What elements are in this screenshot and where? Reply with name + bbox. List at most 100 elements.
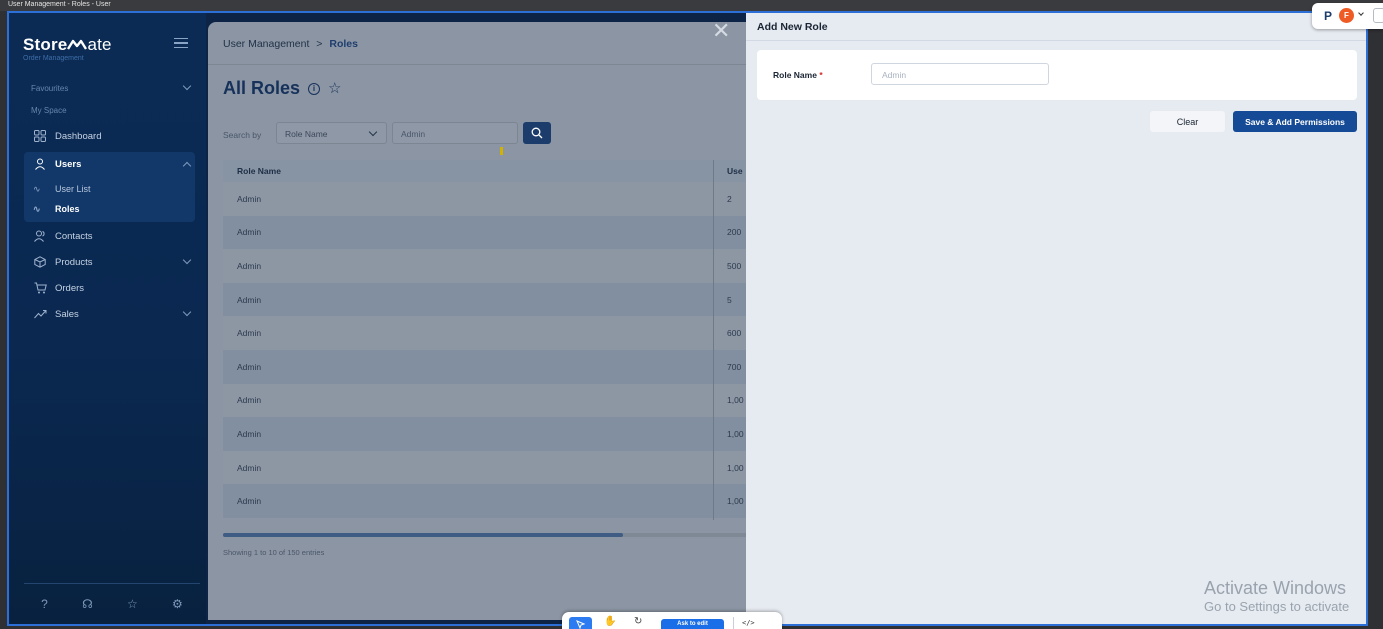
pulse-icon: ∿ [33, 203, 41, 214]
products-chevron-icon [182, 255, 192, 265]
info-icon[interactable]: i [308, 83, 320, 95]
help-icon[interactable]: ? [41, 597, 48, 611]
logo-text-light: ate [87, 35, 112, 54]
sidebar-item-label: Dashboard [55, 130, 102, 142]
watermark-line2: Go to Settings to activate [1204, 599, 1350, 614]
column-header-role-name[interactable]: Role Name [223, 166, 713, 176]
extension-chevron-icon[interactable] [1358, 10, 1364, 16]
extension-p-logo: P [1324, 9, 1333, 23]
cell-users: 2 [727, 193, 732, 204]
cell-role-name: Admin [237, 294, 262, 305]
profile-avatar[interactable]: F [1339, 8, 1354, 23]
table-row[interactable]: Admin 1,00 [223, 484, 748, 518]
scrollbar-thumb[interactable] [223, 533, 623, 537]
favourites-chevron-icon[interactable] [182, 81, 192, 91]
sidebar-item-users[interactable]: Users [24, 152, 195, 176]
star-icon[interactable]: ☆ [127, 597, 138, 611]
search-icon [531, 127, 543, 139]
table-row[interactable]: Admin 5 [223, 282, 748, 317]
drawer-header: Add New Role [746, 13, 1366, 41]
breadcrumb-roles: Roles [329, 38, 358, 50]
logo-text-bold: Store [23, 35, 68, 54]
sidebar-footer: ? ☊ ☆ ⚙ [24, 583, 200, 623]
sidebar-item-sales[interactable]: Sales [24, 304, 195, 324]
cell-users: 5 [727, 294, 732, 305]
search-button[interactable] [523, 122, 551, 144]
search-field-select[interactable]: Role Name [276, 122, 387, 144]
settings-icon[interactable]: ⚙ [172, 597, 183, 611]
trend-icon [33, 307, 47, 321]
table-row[interactable]: Admin 1,00 [223, 450, 748, 485]
role-name-input[interactable]: Admin [871, 63, 1049, 85]
sidebar: Store ate Order Management Favourites My … [9, 13, 206, 624]
save-add-permissions-button[interactable]: Save & Add Permissions [1233, 111, 1357, 132]
sales-chevron-icon [182, 307, 192, 317]
text-cursor-marker [500, 147, 503, 155]
sidebar-item-dashboard[interactable]: Dashboard [24, 126, 195, 146]
table-header: Role Name Use [223, 160, 748, 182]
column-divider [713, 160, 714, 520]
table-row[interactable]: Admin 1,00 [223, 417, 748, 451]
activate-windows-watermark: Activate Windows Go to Settings to activ… [1204, 578, 1383, 623]
cell-role-name: Admin [237, 462, 262, 473]
floating-toolbar: ✋ ↻ Ask to edit </> [562, 612, 782, 629]
window-title: User Management - Roles - User [8, 1, 111, 8]
hand-tool-icon[interactable]: ✋ [604, 616, 616, 627]
box-icon [33, 255, 47, 269]
cell-users: 1,00 [727, 496, 744, 507]
role-name-label: Role Name * [773, 70, 823, 80]
extension-square-icon[interactable] [1373, 8, 1383, 23]
cell-users: 1,00 [727, 462, 744, 473]
cell-role-name: Admin [237, 395, 262, 406]
search-field-selected: Role Name [285, 129, 328, 139]
sidebar-item-orders[interactable]: Orders [24, 278, 195, 298]
sidebar-item-label: Orders [55, 282, 85, 294]
page-title: All Roles [223, 78, 301, 98]
cell-role-name: Admin [237, 260, 262, 271]
sidebar-item-products[interactable]: Products [24, 252, 195, 272]
code-view-icon[interactable]: </> [742, 619, 755, 627]
submenu-item-roles[interactable]: ∿ Roles [24, 200, 195, 218]
submenu-item-label: User List [55, 184, 91, 194]
cart-icon [33, 281, 47, 295]
headset-icon[interactable]: ☊ [82, 597, 93, 611]
users-chevron-up-icon [182, 161, 192, 171]
window-titlebar: User Management - Roles - User [0, 0, 1383, 11]
hamburger-menu-icon[interactable] [174, 38, 188, 48]
table-row[interactable]: Admin 1,00 [223, 383, 748, 418]
column-header-users[interactable]: Use [713, 166, 743, 176]
cell-role-name: Admin [237, 328, 262, 339]
favorite-star-icon[interactable]: ☆ [328, 79, 341, 97]
cell-users: 600 [727, 328, 742, 339]
search-by-label: Search by [223, 130, 262, 140]
add-role-drawer: Add New Role Role Name * Admin Clear Sav… [746, 13, 1366, 624]
breadcrumb-user-management[interactable]: User Management [223, 38, 309, 50]
table-row[interactable]: Admin 500 [223, 249, 748, 283]
contacts-icon [33, 229, 47, 243]
logo-m-icon [67, 39, 88, 50]
sidebar-item-label: Contacts [55, 230, 93, 242]
table-row[interactable]: Admin 200 [223, 215, 748, 250]
table-row[interactable]: Admin 2 [223, 182, 748, 216]
close-drawer-icon[interactable]: ✕ [712, 21, 730, 43]
browser-extension-widget[interactable]: P F [1312, 3, 1383, 29]
search-input[interactable]: Admin [392, 122, 518, 144]
favourites-section[interactable]: Favourites [31, 84, 68, 93]
table-row[interactable]: Admin 700 [223, 349, 748, 384]
cell-users: 700 [727, 361, 742, 372]
cell-users: 200 [727, 227, 742, 238]
pulse-icon: ∿ [33, 183, 41, 194]
logo: Store ate [23, 35, 112, 55]
horizontal-scrollbar[interactable] [223, 533, 748, 537]
my-space-label[interactable]: My Space [31, 106, 67, 115]
header-divider [208, 64, 748, 65]
ask-to-edit-button[interactable]: Ask to edit [661, 619, 724, 629]
clear-button[interactable]: Clear [1150, 111, 1225, 132]
pointer-tool-icon[interactable] [569, 617, 592, 629]
sidebar-item-label: Sales [55, 308, 79, 320]
submenu-item-user-list[interactable]: ∿ User List [24, 180, 195, 198]
sidebar-item-contacts[interactable]: Contacts [24, 226, 195, 246]
submenu-item-label: Roles [55, 204, 80, 214]
table-row[interactable]: Admin 600 [223, 316, 748, 350]
rotate-tool-icon[interactable]: ↻ [634, 616, 642, 627]
